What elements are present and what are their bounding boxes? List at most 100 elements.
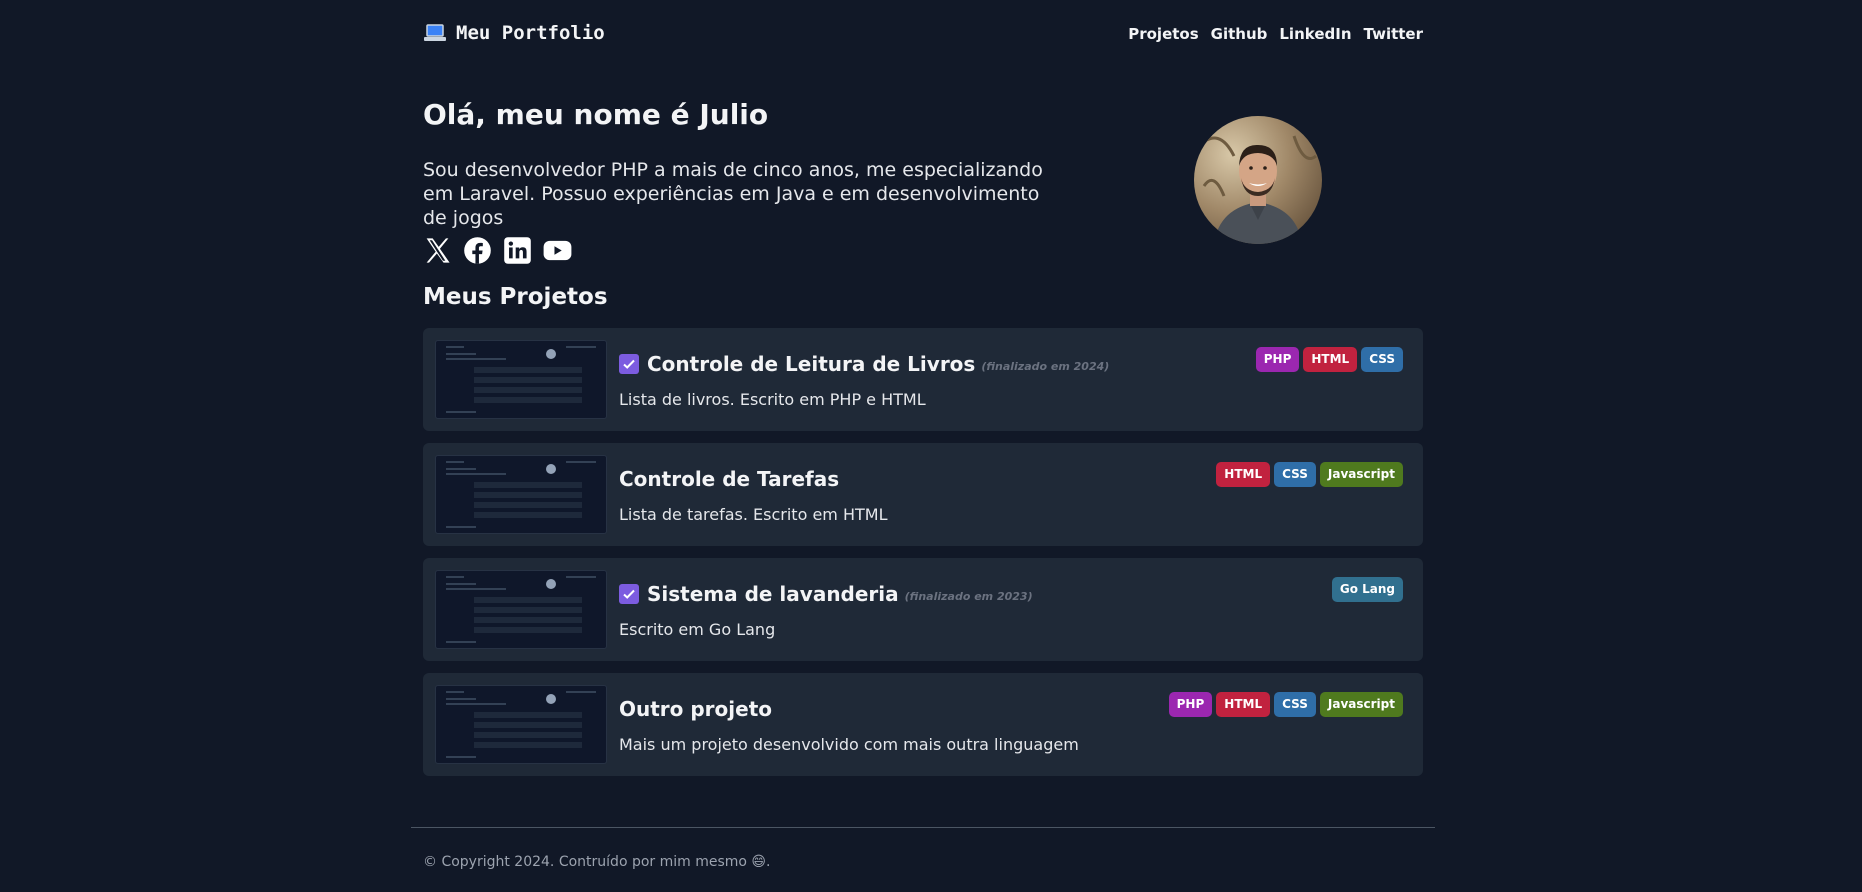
project-card[interactable]: Controle de Tarefas Lista de tarefas. Esc… xyxy=(423,443,1423,546)
tech-tag-badge: Javascript xyxy=(1319,692,1403,717)
project-card[interactable]: Controle de Leitura de Livros (finalizado… xyxy=(423,328,1423,431)
project-status: (finalizado em 2023) xyxy=(904,589,1033,603)
project-card[interactable]: Sistema de lavanderia (finalizado em 2023… xyxy=(423,558,1423,661)
thumbnail-line xyxy=(446,353,476,355)
main-nav: Projetos Github LinkedIn Twitter xyxy=(1128,25,1423,43)
thumbnail-line xyxy=(446,703,506,705)
footer-divider xyxy=(411,827,1435,828)
tech-tag-badge: Go Lang xyxy=(1331,577,1403,602)
thumbnail-line xyxy=(446,461,464,463)
thumbnail-line xyxy=(474,492,582,498)
facebook-icon[interactable] xyxy=(463,236,492,265)
project-tags: PHP HTML CSS xyxy=(1255,347,1403,372)
thumbnail-line xyxy=(474,732,582,738)
nav-twitter[interactable]: Twitter xyxy=(1364,25,1424,43)
tech-tag-badge: HTML xyxy=(1303,347,1358,372)
thumbnail-line xyxy=(446,588,506,590)
checkbox-checked-icon xyxy=(619,354,639,374)
thumbnail-line xyxy=(566,576,596,578)
project-thumbnail xyxy=(435,455,607,534)
thumbnail-line xyxy=(474,397,582,403)
thumbnail-line xyxy=(474,502,582,508)
brand[interactable]: Meu Portfolio xyxy=(424,22,605,44)
footer-copyright: © Copyright 2024. Contruído por mim mesm… xyxy=(423,854,771,870)
thumbnail-avatar xyxy=(546,464,556,474)
thumbnail-avatar xyxy=(546,579,556,589)
project-description: Mais um projeto desenvolvido com mais ou… xyxy=(619,735,1079,754)
tech-tag-badge: Javascript xyxy=(1319,462,1403,487)
project-thumbnail xyxy=(435,685,607,764)
project-description: Lista de tarefas. Escrito em HTML xyxy=(619,505,888,524)
nav-projetos[interactable]: Projetos xyxy=(1128,25,1198,43)
thumbnail-line xyxy=(474,512,582,518)
project-card[interactable]: Outro projeto Mais um projeto desenvolvid… xyxy=(423,673,1423,776)
project-description: Escrito em Go Lang xyxy=(619,620,776,639)
thumbnail-line xyxy=(474,627,582,633)
x-icon[interactable] xyxy=(423,236,452,265)
thumbnail-line xyxy=(446,346,464,348)
tech-tag-badge: PHP xyxy=(1168,692,1213,717)
tech-tag-badge: PHP xyxy=(1255,347,1300,372)
site-header: Meu Portfolio Projetos Github LinkedIn T… xyxy=(423,0,1423,70)
thumbnail-avatar xyxy=(546,349,556,359)
project-tags: PHP HTML CSS Javascript xyxy=(1168,692,1403,717)
project-tags: Go Lang xyxy=(1331,577,1403,602)
hero-title: Olá, meu nome é Julio xyxy=(423,98,769,131)
hero: Olá, meu nome é Julio Sou desenvolvedor … xyxy=(423,70,1423,280)
project-info: Sistema de lavanderia (finalizado em 2023… xyxy=(619,578,1403,639)
hero-bio: Sou desenvolvedor PHP a mais de cinco an… xyxy=(423,159,1043,229)
tech-tag-badge: CSS xyxy=(1274,692,1316,717)
checkbox-checked-icon xyxy=(619,584,639,604)
thumbnail-line xyxy=(446,698,476,700)
thumbnail-line xyxy=(474,367,582,373)
project-thumbnail xyxy=(435,570,607,649)
thumbnail-line xyxy=(446,641,476,643)
nav-github[interactable]: Github xyxy=(1211,25,1268,43)
youtube-icon[interactable] xyxy=(543,236,572,265)
thumbnail-line xyxy=(446,468,476,470)
profile-photo xyxy=(1194,116,1322,244)
thumbnail-line xyxy=(474,387,582,393)
project-title[interactable]: Outro projeto xyxy=(619,697,772,721)
thumbnail-line xyxy=(474,377,582,383)
project-title[interactable]: Sistema de lavanderia xyxy=(647,582,899,606)
tech-tag-badge: HTML xyxy=(1216,462,1271,487)
thumbnail-line xyxy=(474,607,582,613)
project-thumbnail xyxy=(435,340,607,419)
project-title[interactable]: Controle de Tarefas xyxy=(619,467,839,491)
thumbnail-line xyxy=(474,742,582,748)
brand-name: Meu Portfolio xyxy=(456,22,605,44)
thumbnail-avatar xyxy=(546,694,556,704)
nav-linkedin[interactable]: LinkedIn xyxy=(1279,25,1351,43)
thumbnail-line xyxy=(446,411,476,413)
projects-section-title: Meus Projetos xyxy=(423,284,608,310)
thumbnail-line xyxy=(446,583,476,585)
thumbnail-line xyxy=(566,346,596,348)
thumbnail-line xyxy=(446,473,506,475)
tech-tag-badge: HTML xyxy=(1216,692,1271,717)
thumbnail-line xyxy=(446,526,476,528)
thumbnail-line xyxy=(566,691,596,693)
thumbnail-line xyxy=(446,576,464,578)
tech-tag-badge: CSS xyxy=(1274,462,1316,487)
tech-tag-badge: CSS xyxy=(1361,347,1403,372)
thumbnail-line xyxy=(474,482,582,488)
thumbnail-line xyxy=(446,756,476,758)
thumbnail-line xyxy=(446,358,506,360)
project-list: Controle de Leitura de Livros (finalizado… xyxy=(423,328,1423,776)
thumbnail-line xyxy=(566,461,596,463)
linkedin-icon[interactable] xyxy=(503,236,532,265)
thumbnail-line xyxy=(446,691,464,693)
social-links xyxy=(423,236,572,265)
avatar xyxy=(1194,116,1322,244)
thumbnail-line xyxy=(474,617,582,623)
thumbnail-line xyxy=(474,722,582,728)
thumbnail-line xyxy=(474,712,582,718)
project-title[interactable]: Controle de Leitura de Livros xyxy=(647,352,975,376)
thumbnail-line xyxy=(474,597,582,603)
project-description: Lista de livros. Escrito em PHP e HTML xyxy=(619,390,926,409)
project-title-row: Sistema de lavanderia (finalizado em 2023… xyxy=(619,578,1403,610)
project-status: (finalizado em 2024) xyxy=(981,359,1110,373)
project-tags: HTML CSS Javascript xyxy=(1216,462,1403,487)
laptop-icon xyxy=(424,24,446,41)
